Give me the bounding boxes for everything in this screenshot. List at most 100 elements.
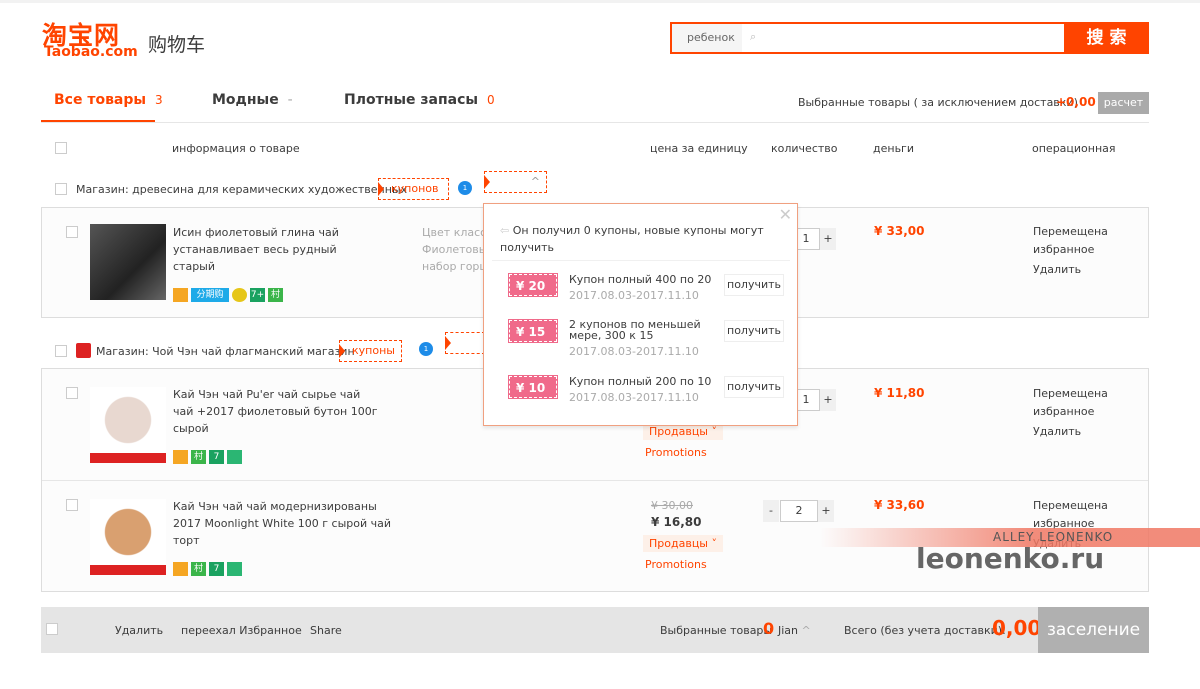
store-checkbox[interactable] bbox=[55, 183, 67, 195]
popup-message: ⇦ Он получил 0 купоны, новые купоны могу… bbox=[500, 222, 770, 256]
summary-amount: +0,00 bbox=[1056, 95, 1096, 109]
delete-link[interactable]: Удалить bbox=[1033, 261, 1108, 279]
item-checkbox[interactable] bbox=[66, 226, 78, 238]
coupon-desc: 2 купонов по меньшей мере, 300 к 15 bbox=[569, 318, 701, 342]
item-total: ¥ 33,60 bbox=[874, 498, 925, 512]
bulb-icon bbox=[232, 288, 247, 302]
favorites-link[interactable]: избранное bbox=[1033, 403, 1108, 421]
move-to-favorites-link[interactable]: Перемещена bbox=[1033, 223, 1108, 241]
selected-label: Выбранные товары bbox=[660, 624, 773, 637]
footer-delete-link[interactable]: Удалить bbox=[115, 624, 163, 637]
product-title[interactable]: Кай Чэн чай Pu'er чай сырье чай чай +201… bbox=[173, 386, 383, 437]
seller-label: Продавцы bbox=[649, 537, 708, 550]
delete-link[interactable]: Удалить bbox=[1033, 423, 1108, 441]
item-ops: Перемещенаизбранное Удалить bbox=[1033, 385, 1108, 441]
selected-unit[interactable]: Jian ^ bbox=[778, 624, 811, 637]
seven-day-icon: 7 bbox=[209, 450, 224, 464]
old-price: ¥ 30,00 bbox=[651, 499, 693, 512]
village-icon: 村 bbox=[191, 450, 206, 464]
watermark-logo: leonenko.ru bbox=[916, 542, 1105, 575]
store-checkbox[interactable] bbox=[55, 345, 67, 357]
get-coupon-button[interactable]: получить bbox=[724, 376, 785, 398]
close-icon[interactable]: ✕ bbox=[779, 205, 792, 224]
product-image[interactable] bbox=[90, 387, 166, 463]
footer-select-all-checkbox[interactable] bbox=[46, 623, 58, 635]
popup-divider bbox=[492, 260, 790, 261]
move-to-favorites-link[interactable]: Перемещена bbox=[1033, 385, 1108, 403]
seven-day-icon: 7 bbox=[209, 562, 224, 576]
tabs-divider bbox=[41, 122, 1149, 123]
tab-all[interactable]: Все товары 3 bbox=[54, 92, 163, 108]
promotions-link[interactable]: Promotions bbox=[645, 558, 707, 571]
tab-label: Все товары bbox=[54, 92, 147, 108]
product-attrs: Цвет класси Фиолетовый набор горш bbox=[422, 224, 484, 275]
decrement-button[interactable]: - bbox=[763, 500, 779, 522]
message-text: Он получил 0 купоны, новые купоны могут … bbox=[500, 224, 764, 254]
chevron-up-icon: ^ bbox=[801, 624, 811, 637]
total-amount: 0,00 bbox=[992, 616, 1042, 640]
top-bar bbox=[0, 0, 1200, 3]
search-input[interactable] bbox=[764, 26, 1054, 50]
search-button[interactable]: 搜 索 bbox=[1064, 22, 1149, 54]
tab-low-stock[interactable]: Плотные запасы 0 bbox=[344, 92, 495, 108]
chevron-up-icon: ^ bbox=[530, 175, 540, 188]
search-scope-select[interactable]: ребенок bbox=[672, 24, 742, 52]
store-name[interactable]: Магазин: Чой Чэн чай флагманский магазин bbox=[96, 345, 355, 358]
coupon-button[interactable]: купонов bbox=[378, 178, 450, 200]
footer-bar: Удалить переехал Избранное Share Выбранн… bbox=[41, 607, 1149, 653]
store-name[interactable]: Магазин: древесина для керамических худо… bbox=[76, 183, 407, 196]
select-all-checkbox[interactable] bbox=[55, 142, 67, 154]
unit-price: ¥ 16,80 bbox=[651, 515, 702, 529]
tab-fashion[interactable]: Модные - bbox=[212, 92, 293, 108]
chat-icon[interactable]: 1 bbox=[419, 342, 433, 356]
tab-label: Плотные запасы bbox=[344, 92, 479, 108]
increment-button[interactable]: + bbox=[820, 389, 836, 411]
move-to-favorites-link[interactable]: Перемещена bbox=[1033, 497, 1108, 515]
village-icon: 村 bbox=[191, 562, 206, 576]
coupon-dates: 2017.08.03-2017.11.10 bbox=[569, 289, 699, 302]
promotions-link[interactable]: Promotions bbox=[645, 446, 707, 459]
product-image[interactable] bbox=[90, 499, 166, 575]
increment-button[interactable]: + bbox=[818, 500, 834, 522]
checkout-button[interactable]: заселение bbox=[1038, 607, 1149, 653]
installment-icon: 分期购 bbox=[191, 288, 229, 302]
footer-share-link[interactable]: Share bbox=[310, 624, 342, 637]
get-coupon-button[interactable]: получить bbox=[724, 320, 785, 342]
tab-count: 0 bbox=[486, 93, 495, 107]
bulb-icon bbox=[227, 562, 242, 576]
col-unit-price: цена за единицу bbox=[650, 142, 748, 155]
product-title[interactable]: Кай Чэн чай чай модернизированы 2017 Moo… bbox=[173, 498, 403, 549]
product-image[interactable] bbox=[90, 224, 166, 300]
item-checkbox[interactable] bbox=[66, 387, 78, 399]
footer-move-fav-link[interactable]: переехал Избранное bbox=[181, 624, 302, 637]
card-icon bbox=[173, 450, 188, 464]
item-checkbox[interactable] bbox=[66, 499, 78, 511]
increment-button[interactable]: + bbox=[820, 228, 836, 250]
coupon-dropdown[interactable] bbox=[445, 332, 485, 354]
chat-icon[interactable]: 1 bbox=[458, 181, 472, 195]
calculate-button[interactable]: расчет bbox=[1098, 92, 1149, 114]
quantity-input[interactable]: 2 bbox=[780, 500, 818, 522]
row-divider bbox=[42, 480, 1148, 481]
coupon-value: ¥ 15 bbox=[508, 319, 558, 343]
page-title: 购物车 bbox=[148, 34, 206, 56]
coupon-button[interactable]: купоны bbox=[339, 340, 402, 362]
coupon-popup: ✕ ⇦ Он получил 0 купоны, новые купоны мо… bbox=[483, 203, 798, 426]
col-info: информация о товаре bbox=[172, 142, 300, 155]
favorites-link[interactable]: избранное bbox=[1033, 241, 1108, 259]
product-title[interactable]: Исин фиолетовый глина чай устанавливает … bbox=[173, 224, 373, 275]
store-logo-icon bbox=[76, 343, 91, 358]
attr: Цвет класси bbox=[422, 226, 484, 239]
summary-label: Выбранные товары ( за исключением достав… bbox=[798, 96, 1078, 109]
service-icons: 村7 bbox=[173, 450, 245, 464]
taobao-logo-text[interactable]: Taobao.com bbox=[44, 44, 138, 60]
village-icon: 村 bbox=[268, 288, 283, 302]
item-total: ¥ 33,00 bbox=[874, 224, 925, 238]
seller-promo-dropdown[interactable]: Продавцы ˅ bbox=[643, 535, 723, 552]
coupon-desc: Купон полный 400 по 20 bbox=[569, 273, 712, 286]
card-icon bbox=[173, 562, 188, 576]
col-qty: количество bbox=[771, 142, 838, 155]
total-label: Всего (без учета доставки): bbox=[844, 624, 1006, 637]
coupon-dropdown[interactable]: ^ bbox=[484, 171, 547, 193]
get-coupon-button[interactable]: получить bbox=[724, 274, 785, 296]
